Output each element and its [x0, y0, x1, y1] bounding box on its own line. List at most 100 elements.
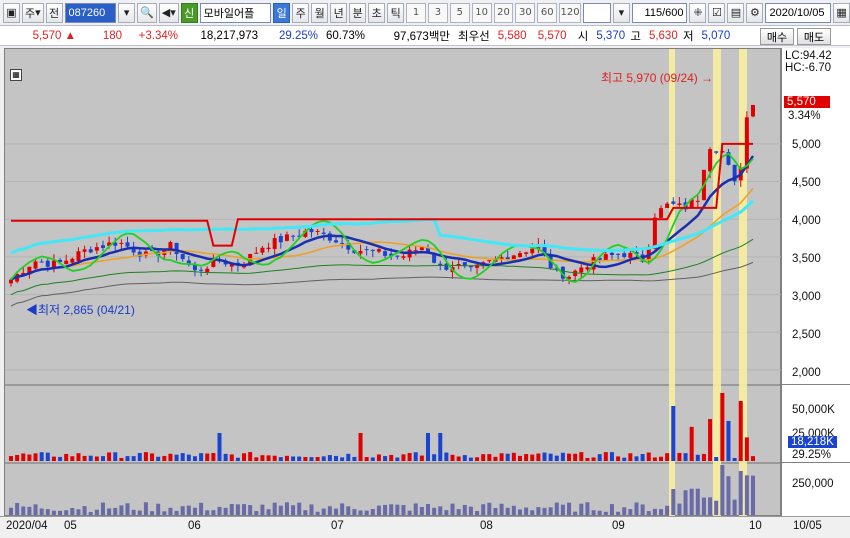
- volume-bar: [616, 456, 621, 461]
- count-field[interactable]: 115/600: [631, 2, 688, 23]
- high-price: 5,630: [648, 29, 678, 42]
- volume-bar: [9, 456, 13, 461]
- volume-bar: [278, 457, 283, 461]
- interval-10[interactable]: 10: [471, 2, 492, 23]
- current-pct-label: 3.34%: [788, 110, 821, 122]
- volume-bar: [199, 453, 204, 461]
- volume-bar: [652, 457, 657, 461]
- volume-bar: [70, 456, 75, 461]
- amount-bar: [738, 471, 743, 515]
- volume-bar: [33, 453, 38, 461]
- best-bid: 5,570: [537, 29, 567, 42]
- interval-20[interactable]: 20: [493, 2, 514, 23]
- amount-bar: [242, 504, 247, 515]
- candle-body: [321, 232, 326, 234]
- amount-bar: [88, 511, 93, 515]
- tab-yearly[interactable]: 년: [330, 2, 348, 23]
- interval-5[interactable]: 5: [449, 2, 470, 23]
- open-label: 시: [577, 30, 589, 43]
- candle-body: [695, 200, 700, 202]
- amount-bar: [511, 505, 516, 515]
- volume-bar: [113, 452, 118, 461]
- price-tick: 4,500: [792, 177, 821, 189]
- amount-bar: [346, 506, 351, 515]
- interval-120[interactable]: 120: [559, 2, 582, 23]
- amount-bar: [272, 502, 277, 515]
- amount-bar: [45, 509, 50, 515]
- volume-bar: [548, 453, 553, 461]
- amount-bar: [27, 506, 32, 515]
- save-icon[interactable]: ▤: [727, 2, 745, 23]
- tab-tick[interactable]: 틱: [387, 2, 405, 23]
- volume-bar: [76, 453, 81, 461]
- interval-60[interactable]: 60: [537, 2, 558, 23]
- volume-bar: [659, 456, 664, 461]
- up-arrow-icon: ▲: [64, 29, 76, 42]
- amount-bar: [407, 510, 412, 515]
- grid-toggle-icon[interactable]: ▦: [10, 69, 22, 81]
- crosshair-icon[interactable]: ⁜: [689, 2, 707, 23]
- turnover-ratio: 60.73%: [326, 29, 366, 42]
- volume-bar: [389, 454, 394, 461]
- sell-button[interactable]: 매도: [797, 28, 831, 45]
- interval-30[interactable]: 30: [515, 2, 536, 23]
- chart-canvas[interactable]: [5, 49, 782, 517]
- settings-icon[interactable]: ⚙: [746, 2, 764, 23]
- dropdown-icon[interactable]: ▾: [118, 2, 136, 23]
- candle-body: [119, 242, 124, 244]
- candle-body: [376, 249, 381, 252]
- candle-body: [628, 252, 633, 258]
- volume-bar: [413, 452, 418, 461]
- amount-bar: [499, 503, 504, 515]
- custom-dropdown-icon[interactable]: ▾: [612, 2, 630, 23]
- amount-bar: [358, 510, 363, 515]
- amount-bar: [542, 507, 547, 515]
- buy-button[interactable]: 매수: [760, 28, 794, 45]
- volume-bar: [352, 456, 357, 461]
- amount-bar: [689, 488, 694, 515]
- candle-body: [180, 254, 185, 260]
- amount-bar: [585, 502, 590, 515]
- stock-name-field[interactable]: 모바일어플: [199, 2, 272, 23]
- candle-body: [315, 230, 320, 232]
- check-icon[interactable]: ☑: [708, 2, 726, 23]
- amount-bar: [150, 511, 155, 515]
- candle-body: [254, 252, 259, 254]
- layout-icon[interactable]: ▣: [3, 2, 20, 23]
- market-select[interactable]: 주 ▾: [22, 2, 44, 23]
- amount-bar: [284, 502, 289, 515]
- stock-code-input[interactable]: 087260: [64, 2, 117, 23]
- volume-pct-label: 29.25%: [792, 449, 832, 461]
- candle-body: [278, 236, 283, 243]
- volume-bar: [419, 455, 424, 461]
- amount-bar: [744, 475, 749, 515]
- amount-bar: [548, 507, 553, 515]
- volume-bar: [395, 457, 400, 461]
- tab-monthly[interactable]: 월: [311, 2, 329, 23]
- tab-daily[interactable]: 일: [273, 2, 291, 23]
- amount-bar: [137, 510, 142, 515]
- date-field[interactable]: 2020/10/05: [765, 2, 832, 23]
- current-price-badge: 5,570: [784, 96, 830, 108]
- volume-bar: [499, 453, 504, 461]
- chart-area[interactable]: ▦ 최고 5,970 (09/24) → ◀최저 2,865 (04/21): [4, 48, 782, 517]
- lc-label: LC:94.42: [785, 50, 832, 62]
- price-change: 180: [102, 29, 122, 42]
- tab-second[interactable]: 초: [368, 2, 386, 23]
- open-price: 5,370: [596, 29, 626, 42]
- search-icon[interactable]: 🔍: [137, 2, 157, 23]
- interval-3[interactable]: 3: [428, 2, 448, 23]
- interval-custom-field[interactable]: [583, 2, 611, 23]
- calendar-icon[interactable]: ▦: [833, 2, 850, 23]
- volume-bar: [475, 457, 480, 461]
- speaker-icon[interactable]: ◀▾: [158, 2, 179, 23]
- tab-minute[interactable]: 분: [349, 2, 367, 23]
- interval-1[interactable]: 1: [406, 2, 427, 23]
- type-select[interactable]: 전: [45, 2, 63, 23]
- volume: 18,217,973: [200, 29, 258, 42]
- tab-weekly[interactable]: 주: [292, 2, 310, 23]
- volume-tick: 50,000K: [792, 404, 835, 416]
- amount-bar: [156, 503, 161, 515]
- candle-body: [94, 247, 99, 251]
- amount-bar: [652, 508, 657, 515]
